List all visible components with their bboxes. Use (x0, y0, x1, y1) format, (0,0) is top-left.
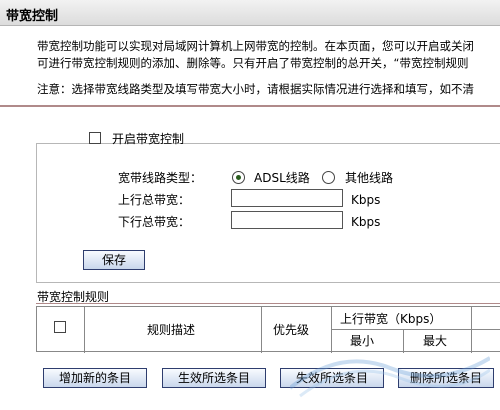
header-divider (0, 105, 500, 107)
intro-note: 注意：选择带宽线路类型及填写带宽大小时，请根据实际情况进行选择和填写，如不清 (37, 82, 474, 96)
enable-bandwidth-label: 开启带宽控制 (112, 132, 185, 146)
column-header-desc: 规则描述 (147, 323, 196, 337)
adsl-line-radio[interactable] (232, 171, 245, 184)
column-header-priority: 优先级 (273, 323, 310, 337)
adsl-line-label: ADSL线路 (254, 171, 310, 185)
intro-line-2: 可进行带宽控制规则的添加、删除等。只有开启了带宽控制的总开关，“带宽控制规则 (37, 56, 469, 70)
download-bandwidth-input[interactable] (231, 211, 343, 229)
download-bandwidth-label: 下行总带宽： (118, 215, 191, 229)
line-type-label: 宽带线路类型： (118, 171, 203, 185)
intro-text: 带宽控制功能可以实现对局域网计算机上网带宽的控制。在本页面，您可以开启或关闭 可… (37, 38, 500, 72)
intro-line-1: 带宽控制功能可以实现对局域网计算机上网带宽的控制。在本页面，您可以开启或关闭 (37, 39, 474, 53)
download-unit-label: Kbps (351, 215, 381, 229)
add-entry-button[interactable]: 增加新的条目 (43, 368, 147, 388)
upload-bandwidth-label: 上行总带宽： (118, 193, 191, 207)
upload-unit-label: Kbps (351, 193, 381, 207)
enable-bandwidth-checkbox[interactable] (89, 132, 101, 144)
title-bar: 带宽控制 (0, 0, 500, 26)
select-all-checkbox[interactable] (54, 321, 66, 333)
watermark-logo-icon (290, 356, 490, 398)
table-divider (84, 307, 85, 353)
rules-divider (36, 303, 500, 304)
table-divider (261, 307, 262, 353)
upload-bandwidth-input[interactable] (231, 189, 343, 207)
other-line-label: 其他线路 (345, 171, 394, 185)
save-button[interactable]: 保存 (83, 250, 145, 270)
page-title: 带宽控制 (6, 9, 59, 24)
table-divider (331, 329, 500, 330)
column-header-upload-group: 上行带宽（Kbps） (340, 312, 442, 326)
other-line-radio[interactable] (322, 171, 335, 184)
enable-selected-button[interactable]: 生效所选条目 (162, 368, 266, 388)
